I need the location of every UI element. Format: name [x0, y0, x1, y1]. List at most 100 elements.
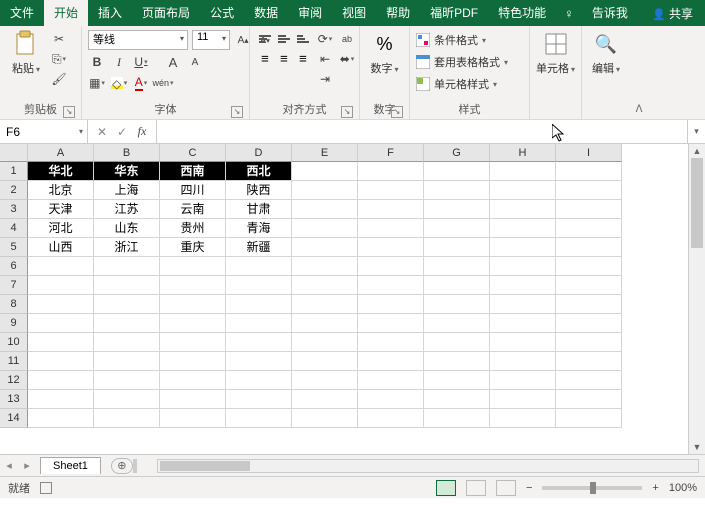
- row-header[interactable]: 6: [0, 257, 28, 276]
- cell[interactable]: [556, 200, 622, 219]
- tell-me[interactable]: 告诉我: [582, 0, 638, 26]
- cell[interactable]: [292, 371, 358, 390]
- cell[interactable]: [358, 181, 424, 200]
- cell[interactable]: [424, 257, 490, 276]
- cell[interactable]: [28, 257, 94, 276]
- cell[interactable]: [292, 352, 358, 371]
- cell[interactable]: [490, 162, 556, 181]
- cell[interactable]: [28, 333, 94, 352]
- cell[interactable]: 新疆: [226, 238, 292, 257]
- cell[interactable]: [94, 409, 160, 428]
- cell[interactable]: [94, 276, 160, 295]
- fx-button[interactable]: fx: [132, 124, 152, 139]
- column-header[interactable]: C: [160, 144, 226, 162]
- cut-button[interactable]: ✂: [50, 30, 68, 48]
- cell[interactable]: [94, 333, 160, 352]
- menu-tab-file[interactable]: 文件: [0, 0, 44, 26]
- row-header[interactable]: 8: [0, 295, 28, 314]
- cell[interactable]: 贵州: [160, 219, 226, 238]
- alignment-dialog-launcher[interactable]: ↘: [341, 106, 353, 118]
- cell[interactable]: [424, 200, 490, 219]
- font-dialog-launcher[interactable]: ↘: [231, 106, 243, 118]
- cell[interactable]: [490, 390, 556, 409]
- cell[interactable]: 青海: [226, 219, 292, 238]
- cell[interactable]: 西北: [226, 162, 292, 181]
- font-color-button[interactable]: A: [132, 74, 150, 92]
- cell[interactable]: [424, 371, 490, 390]
- menu-tab-foxit[interactable]: 福昕PDF: [420, 0, 488, 26]
- cell[interactable]: [160, 314, 226, 333]
- cell[interactable]: [490, 276, 556, 295]
- editing-button[interactable]: 🔍 编辑: [588, 30, 624, 76]
- cell[interactable]: [94, 371, 160, 390]
- number-dialog-launcher[interactable]: ↘: [391, 106, 403, 118]
- cell[interactable]: [424, 162, 490, 181]
- cell[interactable]: [292, 200, 358, 219]
- row-header[interactable]: 9: [0, 314, 28, 333]
- row-header[interactable]: 13: [0, 390, 28, 409]
- cell[interactable]: [292, 295, 358, 314]
- cell[interactable]: 天津: [28, 200, 94, 219]
- cell[interactable]: [94, 314, 160, 333]
- share-button[interactable]: 👤 共享: [640, 5, 705, 22]
- cell[interactable]: 华东: [94, 162, 160, 181]
- cell[interactable]: 山东: [94, 219, 160, 238]
- cell[interactable]: [358, 371, 424, 390]
- column-header[interactable]: F: [358, 144, 424, 162]
- add-sheet-button[interactable]: ⊕: [111, 458, 133, 474]
- cell[interactable]: [28, 276, 94, 295]
- phonetic-button[interactable]: wén: [154, 74, 172, 92]
- copy-button[interactable]: ⎘: [50, 50, 68, 68]
- cell[interactable]: [28, 352, 94, 371]
- font-size-combo[interactable]: 11: [192, 30, 230, 50]
- cell[interactable]: [556, 181, 622, 200]
- cell[interactable]: 河北: [28, 219, 94, 238]
- column-header[interactable]: D: [226, 144, 292, 162]
- view-page-break-button[interactable]: [496, 480, 516, 496]
- cell[interactable]: [292, 257, 358, 276]
- column-header[interactable]: I: [556, 144, 622, 162]
- cell[interactable]: [556, 390, 622, 409]
- tell-me-icon[interactable]: ♀: [556, 6, 582, 21]
- font-name-combo[interactable]: 等线: [88, 30, 188, 50]
- cell[interactable]: [292, 390, 358, 409]
- cell[interactable]: [556, 162, 622, 181]
- cell[interactable]: 江苏: [94, 200, 160, 219]
- cell[interactable]: [358, 295, 424, 314]
- scroll-down-arrow[interactable]: ▼: [689, 440, 705, 454]
- grow-font-button[interactable]: A: [164, 53, 182, 71]
- zoom-level[interactable]: 100%: [669, 482, 697, 494]
- macro-record-icon[interactable]: [40, 482, 52, 494]
- align-bottom[interactable]: [294, 30, 312, 48]
- cell[interactable]: [556, 333, 622, 352]
- row-header[interactable]: 5: [0, 238, 28, 257]
- column-header[interactable]: B: [94, 144, 160, 162]
- column-header[interactable]: A: [28, 144, 94, 162]
- cell[interactable]: [292, 238, 358, 257]
- cell[interactable]: [292, 162, 358, 181]
- cell[interactable]: [94, 352, 160, 371]
- cell[interactable]: [424, 390, 490, 409]
- italic-button[interactable]: I: [110, 53, 128, 71]
- menu-tab-data[interactable]: 数据: [244, 0, 288, 26]
- vertical-scrollbar[interactable]: ▲ ▼: [688, 144, 705, 454]
- cell[interactable]: [226, 314, 292, 333]
- scroll-up-arrow[interactable]: ▲: [689, 144, 705, 158]
- cell[interactable]: [358, 238, 424, 257]
- menu-tab-view[interactable]: 视图: [332, 0, 376, 26]
- zoom-slider[interactable]: [542, 486, 642, 490]
- cell[interactable]: [490, 352, 556, 371]
- cell[interactable]: 云南: [160, 200, 226, 219]
- cell[interactable]: [226, 390, 292, 409]
- cell-styles-button[interactable]: 单元格样式: [416, 74, 497, 94]
- cell[interactable]: [28, 409, 94, 428]
- cell[interactable]: [490, 333, 556, 352]
- cell[interactable]: 上海: [94, 181, 160, 200]
- cell[interactable]: [424, 219, 490, 238]
- grid-rows[interactable]: 1华北华东西南西北2北京上海四川陕西3天津江苏云南甘肃4河北山东贵州青海5山西浙…: [0, 162, 688, 428]
- align-right[interactable]: ≡: [294, 49, 312, 67]
- cell[interactable]: [556, 371, 622, 390]
- cancel-formula-button[interactable]: ✕: [92, 125, 112, 139]
- cell[interactable]: [160, 295, 226, 314]
- cell[interactable]: [358, 200, 424, 219]
